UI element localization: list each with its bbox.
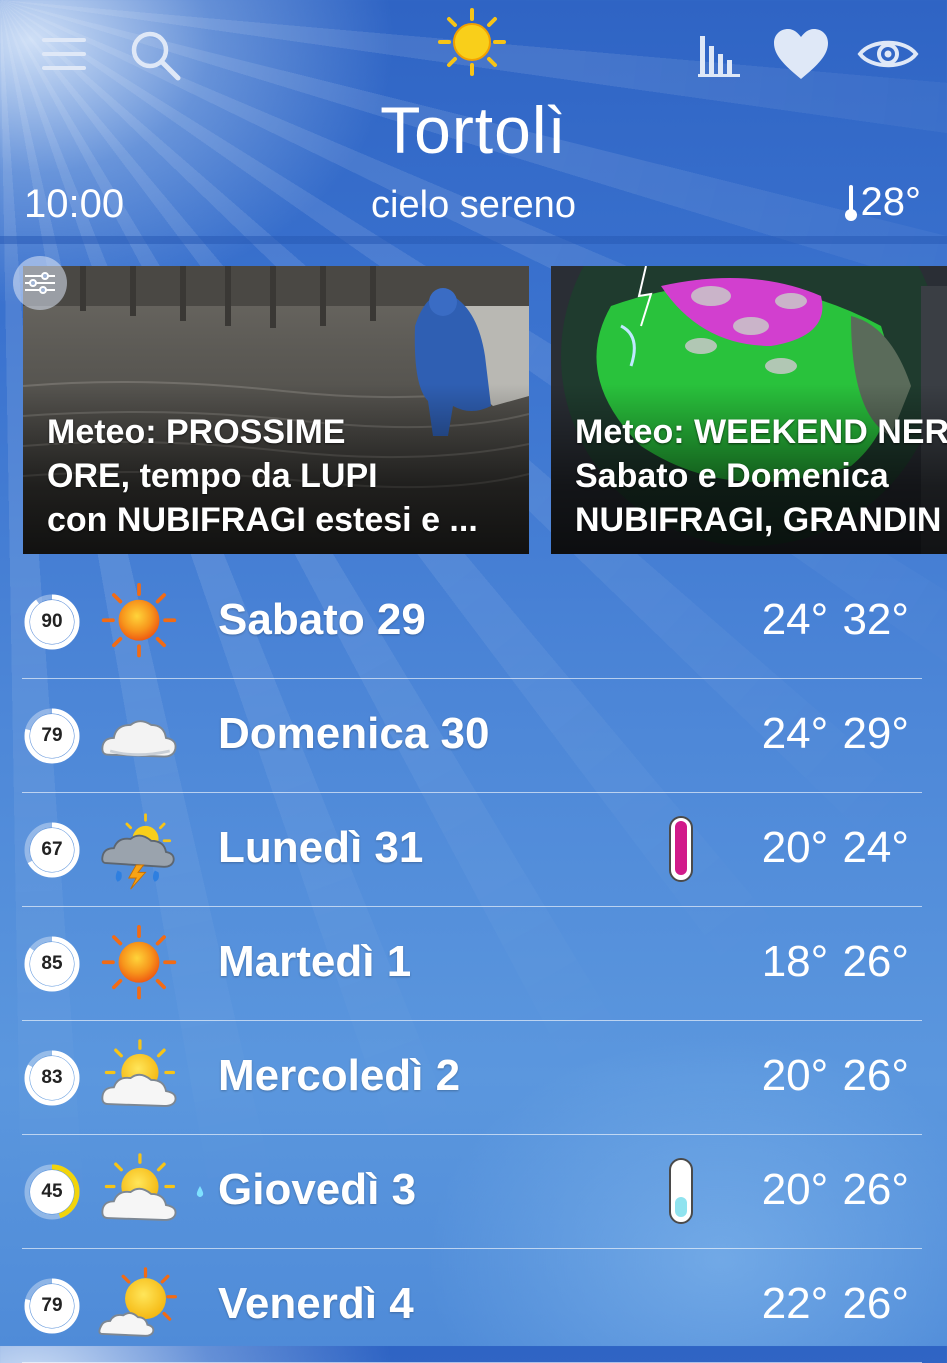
thermometer-icon	[844, 184, 857, 221]
storm-icon	[101, 813, 175, 890]
thermometer-icon	[669, 1158, 693, 1224]
sun-icon	[101, 583, 177, 658]
sun-icon	[436, 6, 508, 78]
reliability-value: 85	[41, 953, 63, 974]
sun-cloud-icon	[98, 1267, 177, 1337]
reliability-value: 45	[41, 1181, 63, 1202]
forecast-day-row[interactable]: 85 Martedì 1 18° 26°	[0, 907, 947, 1021]
city-name: Tortolì	[380, 93, 567, 167]
current-condition: cielo sereno	[371, 184, 576, 226]
header-divider	[0, 236, 947, 244]
day-label: Giovedì 3	[218, 1165, 417, 1214]
forecast-day-row[interactable]: 79 Domenica 30 24° 29°	[0, 679, 947, 793]
min-max-temperature: 20° 26°	[761, 1165, 909, 1214]
reliability-value: 79	[41, 1295, 63, 1316]
min-max-temperature: 18° 26°	[761, 937, 909, 986]
news-filter-button[interactable]	[13, 256, 67, 310]
day-label: Venerdì 4	[218, 1279, 414, 1328]
day-label: Lunedì 31	[218, 823, 424, 872]
reliability-value: 90	[41, 611, 63, 632]
reliability-value: 67	[41, 839, 63, 860]
cloud-icon	[101, 720, 177, 758]
news-card[interactable]: Meteo: PROSSIME ORE, tempo da LUPI con N…	[23, 266, 529, 554]
partly-cloudy-icon	[101, 1153, 177, 1221]
current-temperature-value: 28°	[860, 180, 922, 224]
search-icon[interactable]	[126, 28, 184, 82]
forecast-day-row[interactable]: 67 Lunedì 31 20° 24°	[0, 793, 947, 907]
min-max-temperature: 20° 24°	[761, 823, 909, 872]
heart-icon[interactable]	[770, 26, 832, 82]
news-headline: Meteo: PROSSIME ORE, tempo da LUPI con N…	[47, 413, 478, 539]
chart-icon[interactable]	[694, 30, 744, 80]
current-weather-header: Tortolì 10:00 cielo sereno 28°	[0, 0, 947, 244]
day-label: Domenica 30	[218, 709, 490, 758]
eye-icon[interactable]	[856, 32, 920, 76]
sliders-icon	[25, 272, 55, 294]
sun-icon	[101, 925, 177, 1000]
partly-cloudy-icon	[101, 1039, 177, 1107]
day-label: Mercoledì 2	[218, 1051, 461, 1100]
news-headline: Meteo: WEEKEND NER Sabato e Domenica NUB…	[575, 413, 947, 539]
news-card[interactable]: Meteo: WEEKEND NER Sabato e Domenica NUB…	[551, 266, 947, 554]
reliability-value: 79	[41, 725, 63, 746]
forecast-day-row[interactable]: 83 Mercoledì 2 20° 26°	[0, 1021, 947, 1135]
reliability-value: 83	[41, 1067, 63, 1088]
raindrop-icon	[196, 1186, 204, 1197]
forecast-day-row[interactable]: 90 Sabato 29 24° 32°	[0, 565, 947, 679]
min-max-temperature: 24° 29°	[761, 709, 909, 758]
min-max-temperature: 20° 26°	[761, 1051, 909, 1100]
thermometer-icon	[669, 816, 693, 882]
min-max-temperature: 24° 32°	[761, 595, 909, 644]
day-label: Sabato 29	[218, 595, 426, 644]
min-max-temperature: 22° 26°	[761, 1279, 909, 1328]
current-temperature: 28°	[841, 180, 922, 225]
menu-icon[interactable]	[38, 32, 90, 76]
day-label: Martedì 1	[218, 937, 412, 986]
forecast-day-row[interactable]: 45 Giovedì 3 20° 26°	[0, 1135, 947, 1249]
